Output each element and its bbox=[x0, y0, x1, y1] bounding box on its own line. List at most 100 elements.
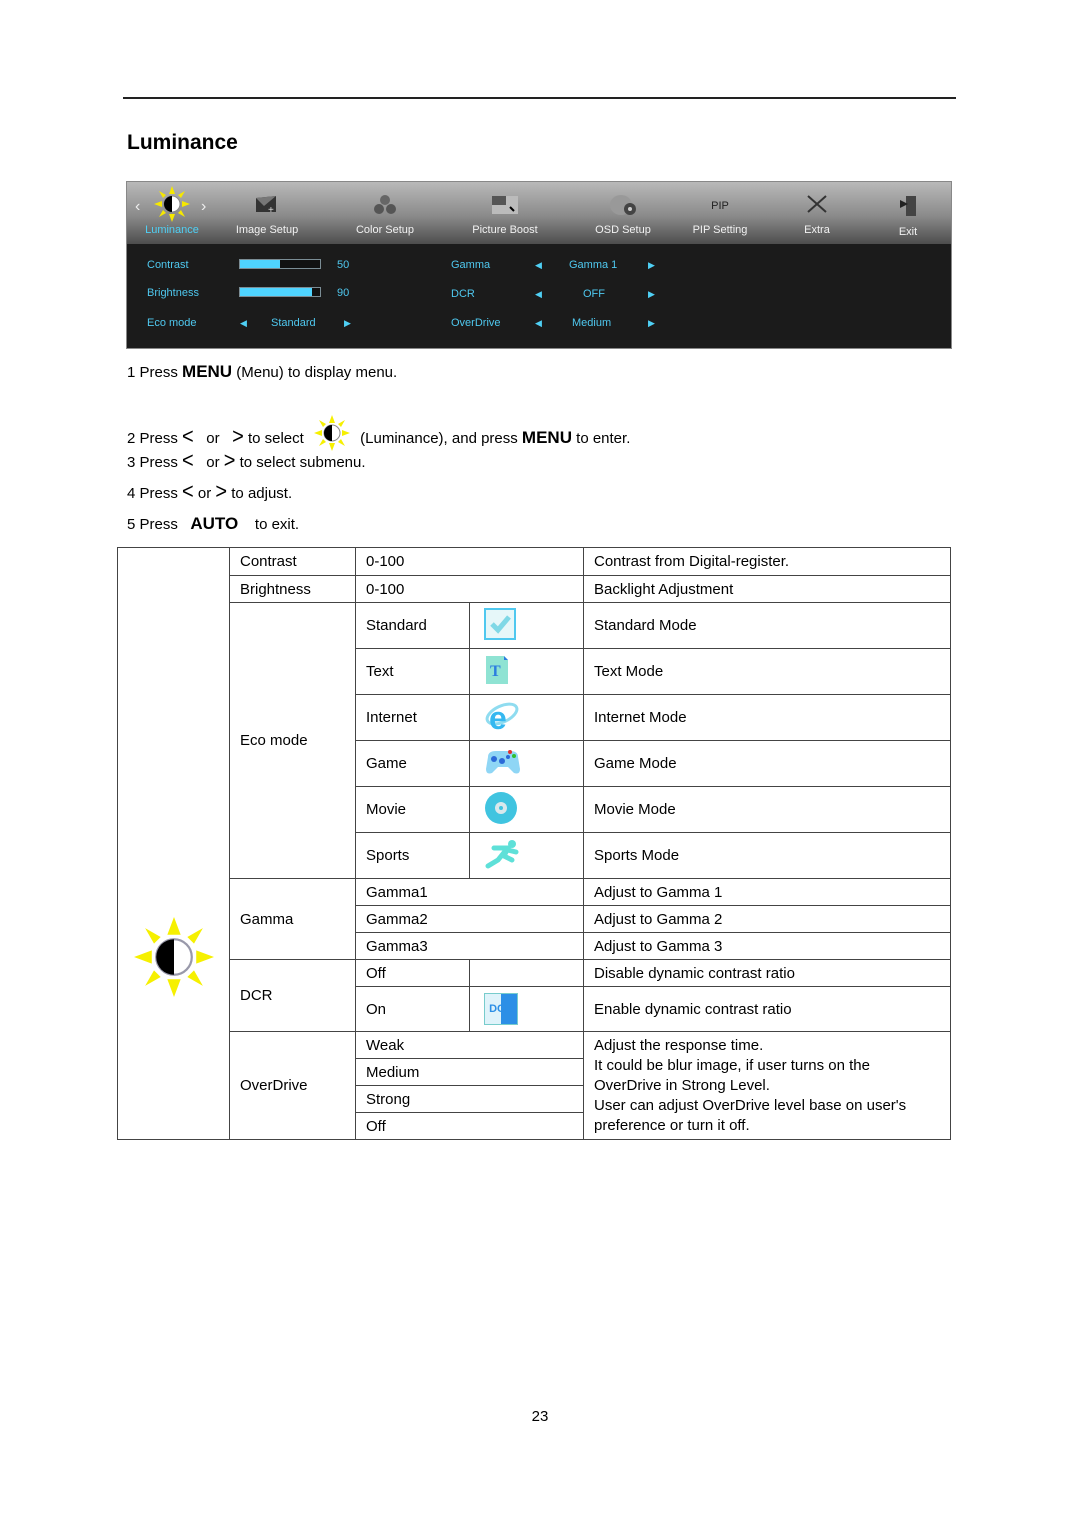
instruction-step-1: 1 Press MENU (Menu) to display menu. bbox=[127, 362, 398, 381]
osd-tab-picture-boost[interactable]: Picture Boost bbox=[465, 182, 545, 244]
osd-overdrive-value: Medium bbox=[572, 317, 612, 329]
instruction-step-4: 4 Press < or > to adjust. bbox=[127, 479, 293, 505]
table-row: Contrast 0-100 Contrast from Digital-reg… bbox=[117, 547, 951, 1140]
osd-tab-image-setup[interactable]: + Image Setup bbox=[227, 182, 307, 244]
osd-tab-exit[interactable]: Exit bbox=[868, 182, 948, 244]
option-desc: Adjust to Gamma 1 bbox=[583, 878, 951, 906]
osd-eco-left-arrow[interactable]: ◀ bbox=[240, 318, 247, 329]
svg-text:+: + bbox=[268, 205, 274, 214]
pip-icon: PIP bbox=[711, 200, 729, 212]
osd-gamma-left-arrow[interactable]: ◀ bbox=[535, 260, 542, 271]
osd-brightness-bar[interactable] bbox=[239, 287, 321, 297]
osd-overdrive-left-arrow[interactable]: ◀ bbox=[535, 318, 542, 329]
mode-icon-cell bbox=[469, 832, 584, 879]
osd-eco-value: Standard bbox=[271, 317, 316, 329]
param-name: Eco mode bbox=[229, 602, 356, 879]
right-arrow-icon: > bbox=[232, 424, 244, 450]
mode-name: Standard bbox=[355, 602, 470, 649]
option-name: Weak bbox=[355, 1031, 584, 1059]
mode-desc: Internet Mode bbox=[583, 694, 951, 741]
osd-brightness-value: 90 bbox=[337, 287, 350, 299]
osd-eco-right-arrow[interactable]: ▶ bbox=[344, 318, 351, 329]
svg-text:T: T bbox=[490, 663, 501, 680]
instruction-step-2: 2 Press < or > to select (Luminance), an… bbox=[127, 415, 630, 455]
osd-tab-pip-setting[interactable]: PIP PIP Setting bbox=[680, 182, 760, 244]
sun-half-icon bbox=[314, 415, 350, 455]
option-name: Medium bbox=[355, 1058, 584, 1086]
mode-icon-cell: e bbox=[469, 694, 584, 741]
internet-explorer-icon: e bbox=[485, 700, 519, 736]
svg-text:e: e bbox=[489, 700, 507, 734]
param-range: 0-100 bbox=[355, 575, 584, 603]
osd-dcr-right-arrow[interactable]: ▶ bbox=[648, 289, 655, 300]
mode-name: Text bbox=[355, 648, 470, 695]
param-name: Gamma bbox=[229, 878, 356, 960]
right-arrow-icon: > bbox=[215, 479, 228, 505]
mode-desc: Standard Mode bbox=[583, 602, 951, 649]
option-name: Gamma1 bbox=[355, 878, 584, 906]
exit-door-icon bbox=[898, 194, 918, 221]
osd-brightness-label: Brightness bbox=[147, 287, 199, 299]
osd-dcr-label: DCR bbox=[451, 288, 475, 300]
mode-icon-cell bbox=[469, 740, 584, 787]
osd-eco-label: Eco mode bbox=[147, 317, 197, 329]
option-desc: Adjust to Gamma 2 bbox=[583, 905, 951, 933]
luminance-spec-table: Contrast 0-100 Contrast from Digital-reg… bbox=[117, 547, 951, 1140]
osd-overdrive-right-arrow[interactable]: ▶ bbox=[648, 318, 655, 329]
instruction-step-3: 3 Press < or > to select submenu. bbox=[127, 448, 366, 474]
option-name: Off bbox=[355, 959, 470, 987]
param-desc: Backlight Adjustment bbox=[583, 575, 951, 603]
luminance-icon-cell bbox=[117, 547, 230, 1140]
right-arrow-icon: > bbox=[223, 448, 236, 474]
option-desc: Adjust to Gamma 3 bbox=[583, 932, 951, 960]
mode-icon-cell: T bbox=[469, 648, 584, 695]
mode-name: Game bbox=[355, 740, 470, 787]
osd-overdrive-label: OverDrive bbox=[451, 317, 501, 329]
mode-name: Movie bbox=[355, 786, 470, 833]
osd-dcr-value: OFF bbox=[583, 288, 605, 300]
mode-desc: Game Mode bbox=[583, 740, 951, 787]
gamepad-icon bbox=[486, 749, 520, 773]
option-name: Gamma2 bbox=[355, 905, 584, 933]
param-name: OverDrive bbox=[229, 1031, 356, 1140]
table-row: DCR Off Disable dynamic contrast ratio bbox=[118, 959, 951, 1032]
mode-desc: Text Mode bbox=[583, 648, 951, 695]
osd-tab-bar: ‹ › Luminance + Image Setup Color Setup … bbox=[127, 182, 951, 244]
color-balls-icon bbox=[373, 194, 397, 219]
option-name: Gamma3 bbox=[355, 932, 584, 960]
option-name: Off bbox=[355, 1112, 584, 1140]
osd-tab-luminance[interactable]: Luminance bbox=[137, 182, 207, 244]
osd-tab-osd-setup[interactable]: OSD Setup bbox=[583, 182, 663, 244]
header-rule bbox=[123, 97, 956, 99]
mode-desc: Sports Mode bbox=[583, 832, 951, 879]
mode-name: Internet bbox=[355, 694, 470, 741]
param-name: Contrast bbox=[229, 547, 356, 576]
text-doc-icon: T bbox=[486, 655, 508, 684]
osd-gamma-right-arrow[interactable]: ▶ bbox=[648, 260, 655, 271]
osd-tab-color-setup[interactable]: Color Setup bbox=[345, 182, 425, 244]
check-icon bbox=[484, 607, 516, 640]
option-icon-cell: DCR bbox=[469, 986, 584, 1032]
table-row: Brightness 0-100 Backlight Adjustment bbox=[118, 575, 951, 603]
instruction-step-5: 5 Press AUTO to exit. bbox=[127, 514, 300, 533]
sun-half-icon bbox=[133, 916, 214, 1001]
table-row: Eco mode Standard Standard Mode bbox=[118, 602, 951, 879]
osd-tab-extra[interactable]: Extra bbox=[777, 182, 857, 244]
osd-dcr-left-arrow[interactable]: ◀ bbox=[535, 289, 542, 300]
dcr-icon: DCR bbox=[484, 993, 518, 1025]
mode-desc: Movie Mode bbox=[583, 786, 951, 833]
osd-contrast-bar[interactable] bbox=[239, 259, 321, 269]
table-row: Gamma Gamma1 Adjust to Gamma 1 bbox=[118, 878, 951, 960]
option-desc: Disable dynamic contrast ratio bbox=[583, 959, 951, 987]
mode-icon-cell bbox=[469, 786, 584, 833]
left-arrow-icon: < bbox=[182, 479, 194, 505]
option-icon-cell bbox=[469, 959, 584, 987]
param-name: Brightness bbox=[229, 575, 356, 603]
left-arrow-icon: < bbox=[182, 448, 194, 474]
osd-menu: ‹ › Luminance + Image Setup Color Setup … bbox=[126, 181, 952, 349]
overdrive-desc: Adjust the response time. It could be bl… bbox=[583, 1031, 951, 1140]
option-desc: Enable dynamic contrast ratio bbox=[583, 986, 951, 1032]
param-desc: Contrast from Digital-register. bbox=[583, 547, 951, 576]
osd-globe-icon bbox=[609, 194, 637, 219]
page-number: 23 bbox=[531, 1408, 549, 1425]
